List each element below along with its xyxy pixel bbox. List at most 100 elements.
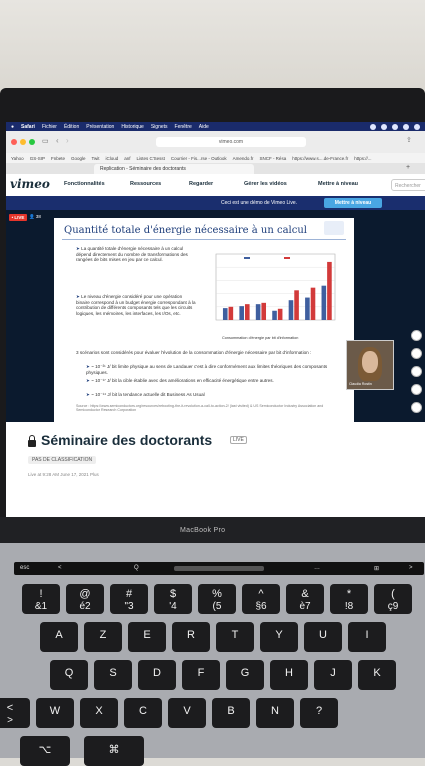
vimeo-logo[interactable]: vimeo <box>10 177 50 191</box>
key[interactable]: W <box>36 698 74 728</box>
bookmark-item[interactable]: Fnbete <box>51 156 65 161</box>
key[interactable]: H <box>270 660 308 690</box>
key[interactable]: E <box>128 622 166 652</box>
key[interactable]: N <box>256 698 294 728</box>
touchbar-tabs[interactable]: ⊞ <box>374 565 379 572</box>
key[interactable]: F <box>182 660 220 690</box>
nav-gerer-videos[interactable]: Gérer les vidéos <box>244 181 287 187</box>
key[interactable]: (ç9 <box>374 584 412 614</box>
address-bar[interactable]: vimeo.com <box>156 137 306 147</box>
apple-menu-icon[interactable]: ● <box>11 124 14 130</box>
menu-item-aide[interactable]: Aide <box>199 124 209 130</box>
key[interactable]: G <box>226 660 264 690</box>
new-tab-icon[interactable]: + <box>406 164 410 171</box>
menu-item-safari[interactable]: Safari <box>21 124 35 130</box>
share-icon[interactable]: ⇪ <box>406 136 412 144</box>
sidebar-icon[interactable]: ▭ <box>42 137 49 145</box>
key[interactable]: Z <box>84 622 122 652</box>
key[interactable]: Y <box>260 622 298 652</box>
bookmark-item[interactable]: Twit <box>91 156 99 161</box>
key[interactable]: ^ §6 <box>242 584 280 614</box>
collections-icon[interactable] <box>411 366 422 377</box>
menu-item-fichier[interactable]: Fichier <box>42 124 57 130</box>
background-wall <box>0 0 425 100</box>
bookmark-item[interactable]: SNCF - Résa <box>259 156 286 161</box>
chart-bar <box>228 306 234 320</box>
bookmark-item[interactable]: https://www.s....de-France.fr <box>292 156 348 161</box>
forward-icon[interactable]: › <box>66 136 69 145</box>
nav-mettre-a-niveau[interactable]: Mettre à niveau <box>318 181 358 187</box>
watch-later-icon[interactable] <box>411 348 422 359</box>
key[interactable]: A <box>40 622 78 652</box>
bookmark-item[interactable]: GS-SIP <box>30 156 45 161</box>
key[interactable]: ? <box>300 698 338 728</box>
key-label: E <box>143 629 151 641</box>
touchbar-more[interactable]: … <box>314 565 320 571</box>
key[interactable]: & è7 <box>286 584 324 614</box>
nav-ressources[interactable]: Ressources <box>130 181 161 187</box>
touchbar-expand[interactable]: > <box>409 565 413 571</box>
menu-item-edition[interactable]: Édition <box>64 124 79 130</box>
key[interactable]: R <box>172 622 210 652</box>
key[interactable]: B <box>212 698 250 728</box>
zoom-window-button[interactable] <box>29 139 35 145</box>
key[interactable]: I <box>348 622 386 652</box>
key[interactable]: K <box>358 660 396 690</box>
search-input[interactable]: Rechercher <box>391 179 425 191</box>
menu-item-signets[interactable]: Signets <box>151 124 168 130</box>
key[interactable]: U <box>304 622 342 652</box>
macbook-model-label: MacBook Pro <box>180 527 226 534</box>
touchbar-address[interactable] <box>174 566 264 571</box>
key[interactable]: Q <box>50 660 88 690</box>
key[interactable]: J <box>314 660 352 690</box>
touchbar-esc[interactable]: esc <box>20 565 29 571</box>
bookmark-item[interactable]: Amendo.fr <box>233 156 254 161</box>
key[interactable]: # "3 <box>110 584 148 614</box>
wifi-icon[interactable] <box>392 123 398 130</box>
key-label: ( <box>391 588 395 600</box>
search-icon[interactable] <box>403 123 409 130</box>
bookmark-item[interactable]: Google <box>71 156 86 161</box>
key[interactable]: C <box>124 698 162 728</box>
key[interactable]: T <box>216 622 254 652</box>
key[interactable]: D <box>138 660 176 690</box>
info-icon[interactable] <box>411 402 422 413</box>
nav-fonctionnalites[interactable]: Fonctionnalités <box>64 181 105 187</box>
menu-item-fenetre[interactable]: Fenêtre <box>175 124 192 130</box>
bookmark-item[interactable]: Yahoo <box>11 156 24 161</box>
bookmark-item[interactable]: anf <box>124 156 130 161</box>
touchbar-search[interactable]: Q <box>134 565 139 571</box>
upgrade-button[interactable]: Mettre à niveau <box>324 198 382 208</box>
key[interactable]: ! &1 <box>22 584 60 614</box>
key[interactable]: ⌘ <box>84 736 144 766</box>
status-icon[interactable] <box>381 123 387 130</box>
classification-tag[interactable]: PAS DE CLASSIFICATION <box>28 456 97 464</box>
bookmark-item[interactable]: iCloud <box>106 156 119 161</box>
back-icon[interactable]: ‹ <box>56 136 59 145</box>
menu-item-presentation[interactable]: Présentation <box>86 124 114 130</box>
bookmark-item[interactable]: Courrier - Fis...rse - Outlook <box>171 156 227 161</box>
minimize-window-button[interactable] <box>20 139 26 145</box>
key[interactable]: * !8 <box>330 584 368 614</box>
video-player[interactable]: • LIVE 👤 38 Quantité totale d'énergie né… <box>6 210 425 428</box>
key[interactable]: V <box>168 698 206 728</box>
touchbar-back[interactable]: < <box>58 565 62 571</box>
bookmark-item[interactable]: https://... <box>354 156 371 161</box>
close-window-button[interactable] <box>11 139 17 145</box>
key[interactable]: % (5 <box>198 584 236 614</box>
key[interactable]: S <box>94 660 132 690</box>
key[interactable]: ⌥ <box>20 736 70 766</box>
key[interactable]: < > <box>0 698 30 728</box>
tab-active[interactable]: Replication - Séminaire des doctorants <box>94 164 254 174</box>
share-icon[interactable] <box>411 384 422 395</box>
menu-item-historique[interactable]: Historique <box>121 124 144 130</box>
key[interactable]: X <box>80 698 118 728</box>
key[interactable]: $ '4 <box>154 584 192 614</box>
control-center-icon[interactable] <box>414 123 420 130</box>
nav-regarder[interactable]: Regarder <box>189 181 213 187</box>
touch-bar[interactable]: esc < Q … ⊞ > <box>14 562 424 575</box>
key[interactable]: @ é2 <box>66 584 104 614</box>
like-icon[interactable] <box>411 330 422 341</box>
status-icon[interactable] <box>370 123 376 130</box>
bookmark-item[interactable]: Listes C'Sesst <box>137 156 165 161</box>
